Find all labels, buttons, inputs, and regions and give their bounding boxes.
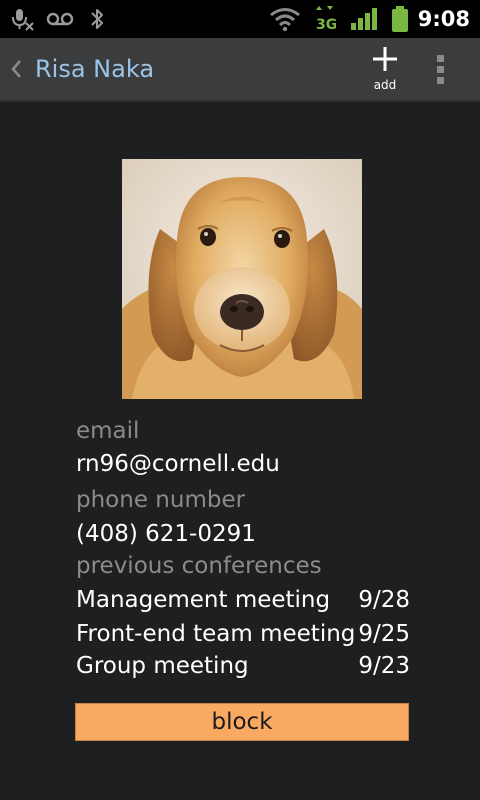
email-value[interactable]: rn96@cornell.edu (76, 451, 280, 477)
conference-date: 9/28 (358, 587, 410, 613)
phone-number-value[interactable]: (408) 621-0291 (76, 521, 256, 547)
conference-name: Front-end team meeting (76, 621, 356, 647)
conference-item[interactable]: Group meeting 9/23 (76, 653, 410, 685)
voicemail-icon (46, 0, 74, 38)
overflow-menu-button[interactable] (424, 38, 456, 100)
overflow-dot (436, 54, 444, 62)
overflow-dot (436, 76, 444, 84)
mic-muted-icon (10, 0, 36, 38)
network-type-label: 3G (316, 17, 336, 33)
signal-icon (350, 0, 378, 38)
3g-data-icon: 3G (314, 0, 336, 38)
back-chevron-icon[interactable] (4, 38, 28, 100)
add-button[interactable]: add (358, 38, 412, 100)
conference-name: Management meeting (76, 587, 331, 613)
conference-item[interactable]: Front-end team meeting 9/25 (76, 621, 410, 653)
conference-name: Group meeting (76, 653, 249, 679)
contact-photo (122, 159, 362, 399)
plus-icon (370, 44, 400, 78)
action-bar: Risa Naka add (0, 38, 480, 102)
phone-number-label: phone number (76, 487, 246, 513)
block-button[interactable]: block (75, 703, 409, 741)
add-label: add (373, 78, 397, 92)
overflow-dot (436, 65, 444, 73)
battery-icon (390, 0, 410, 38)
wifi-icon (268, 0, 302, 38)
bluetooth-icon (88, 0, 106, 38)
contact-name-title[interactable]: Risa Naka (35, 38, 154, 100)
previous-conferences-label: previous conferences (76, 553, 322, 579)
conference-date: 9/23 (358, 653, 410, 679)
conference-item[interactable]: Management meeting 9/28 (76, 587, 410, 619)
email-label: email (76, 418, 140, 444)
conference-date: 9/25 (358, 621, 410, 647)
status-time: 9:08 (417, 7, 470, 31)
status-bar: 3G 9:08 (0, 0, 480, 38)
